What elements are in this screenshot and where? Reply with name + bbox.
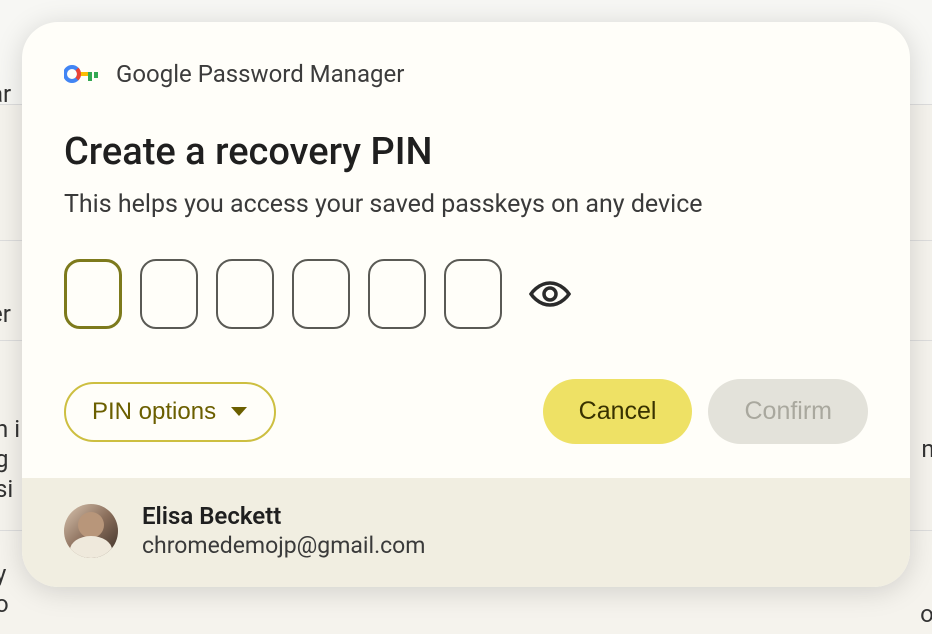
background-text: si <box>0 475 13 503</box>
pin-digit-5[interactable] <box>368 259 426 329</box>
background-text: ar <box>0 80 11 108</box>
background-text: ou <box>920 600 932 628</box>
recovery-pin-dialog: Google Password Manager Create a recover… <box>22 22 910 587</box>
google-password-manager-key-icon <box>64 64 98 84</box>
brand-label: Google Password Manager <box>116 60 404 88</box>
chevron-down-icon <box>230 406 248 418</box>
confirm-button: Confirm <box>708 379 868 444</box>
dialog-buttons: Cancel Confirm <box>543 379 868 444</box>
account-footer: Elisa Beckett chromedemojp@gmail.com <box>22 478 910 587</box>
pin-options-button[interactable]: PIN options <box>64 382 276 442</box>
user-info: Elisa Beckett chromedemojp@gmail.com <box>142 502 425 559</box>
user-name: Elisa Beckett <box>142 502 425 530</box>
toggle-visibility-button[interactable] <box>528 272 572 316</box>
dialog-title: Create a recovery PIN <box>64 130 868 174</box>
avatar <box>64 504 118 558</box>
user-email: chromedemojp@gmail.com <box>142 532 425 559</box>
pin-digit-1[interactable] <box>64 259 122 329</box>
dialog-body: Google Password Manager Create a recover… <box>22 22 910 478</box>
actions-row: PIN options Cancel Confirm <box>64 379 868 444</box>
background-text: n i <box>0 415 20 443</box>
pin-options-label: PIN options <box>92 398 216 426</box>
pin-digit-6[interactable] <box>444 259 502 329</box>
background-text: g <box>0 445 8 473</box>
pin-digit-3[interactable] <box>216 259 274 329</box>
background-text: o <box>0 590 9 618</box>
eye-icon <box>528 279 572 309</box>
cancel-button[interactable]: Cancel <box>543 379 693 444</box>
brand-row: Google Password Manager <box>64 60 868 88</box>
background-text: y <box>0 560 6 588</box>
pin-input-row <box>64 259 868 329</box>
background-text: ns <box>921 435 932 463</box>
pin-digit-2[interactable] <box>140 259 198 329</box>
background-text: er <box>0 300 11 328</box>
dialog-subtitle: This helps you access your saved passkey… <box>64 190 868 219</box>
pin-digit-4[interactable] <box>292 259 350 329</box>
